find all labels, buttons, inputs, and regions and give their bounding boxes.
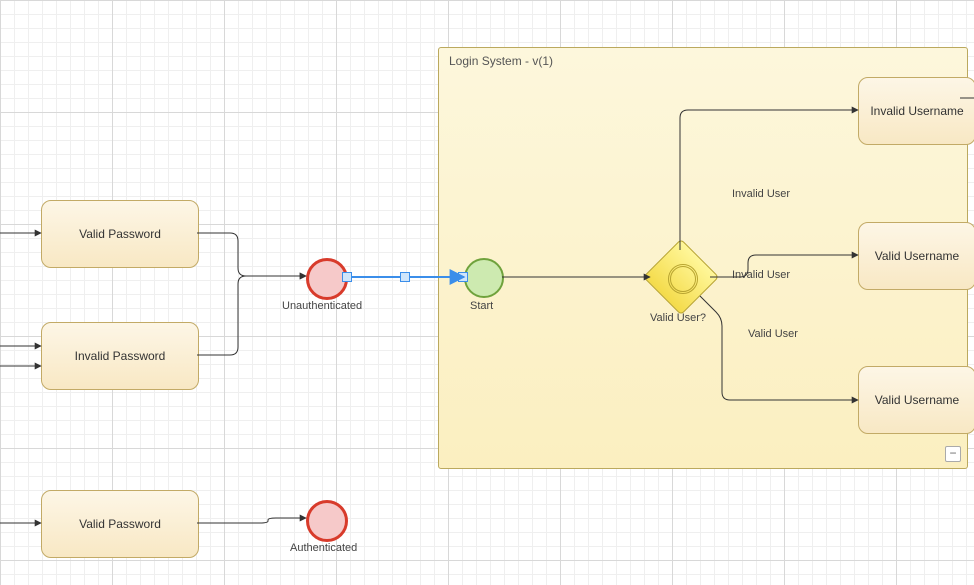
flow-label-invalid-user-mid: Invalid User (732, 269, 790, 281)
task-valid-username-2[interactable]: Valid Username (858, 366, 974, 434)
connector-handle-end[interactable] (458, 272, 468, 282)
task-label: Invalid Password (69, 345, 172, 368)
task-invalid-password[interactable]: Invalid Password (41, 322, 199, 390)
task-label: Valid Username (869, 245, 965, 268)
event-start-label: Start (470, 300, 493, 312)
diagram-canvas[interactable]: Login System - v(1) − Valid Password Inv… (0, 0, 974, 585)
gateway-label: Valid User? (650, 312, 706, 324)
task-label: Valid Password (73, 223, 167, 246)
flow-label-valid-user: Valid User (748, 328, 798, 340)
connector-handle-start[interactable] (342, 272, 352, 282)
task-valid-username-1[interactable]: Valid Username (858, 222, 974, 290)
task-label: Valid Username (869, 389, 965, 412)
pool-collapse-toggle[interactable]: − (945, 446, 961, 462)
event-start[interactable] (464, 258, 504, 298)
flow-label-invalid-user-top: Invalid User (732, 188, 790, 200)
event-unauthenticated-label: Unauthenticated (282, 300, 362, 312)
gateway-inner-icon (668, 264, 698, 294)
pool-title: Login System - v(1) (449, 54, 553, 68)
task-valid-password-1[interactable]: Valid Password (41, 200, 199, 268)
task-label: Invalid Username (864, 100, 969, 123)
connector-handle-mid[interactable] (400, 272, 410, 282)
task-invalid-username[interactable]: Invalid Username (858, 77, 974, 145)
event-authenticated-label: Authenticated (290, 542, 357, 554)
task-valid-password-2[interactable]: Valid Password (41, 490, 199, 558)
task-label: Valid Password (73, 513, 167, 536)
gateway-valid-user[interactable] (654, 250, 706, 302)
event-authenticated[interactable] (306, 500, 348, 542)
